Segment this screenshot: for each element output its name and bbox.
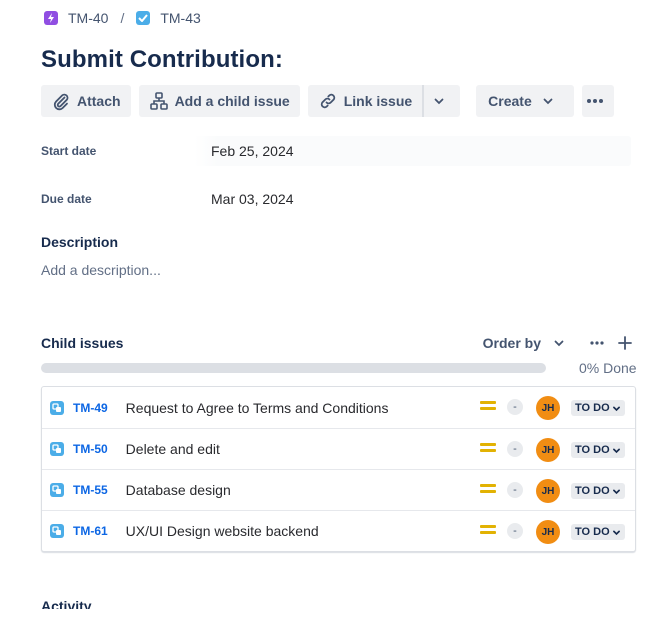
link-issue-dropdown-button[interactable] [422, 85, 461, 117]
estimate-badge: - [507, 482, 523, 498]
status-label: TO DO [575, 402, 610, 414]
child-issue-key[interactable]: TM-50 [73, 442, 108, 456]
issue-title[interactable]: Submit Contribution: [41, 46, 283, 74]
link-issue-button[interactable]: Link issue [307, 85, 423, 117]
chevron-down-icon [612, 489, 620, 494]
status-label: TO DO [575, 485, 610, 497]
child-issues-header: Child issues Order by [41, 333, 635, 353]
attach-label: Attach [77, 93, 121, 109]
order-by-label: Order by [482, 335, 541, 351]
attach-button[interactable]: Attach [41, 85, 131, 117]
assignee-avatar[interactable]: JH [536, 520, 560, 544]
child-issue-key[interactable]: TM-55 [73, 483, 108, 497]
assignee-avatar[interactable]: JH [536, 438, 560, 462]
chevron-down-icon [612, 406, 620, 411]
order-by-button[interactable]: Order by [483, 335, 565, 351]
chevron-down-icon [612, 448, 620, 453]
assignee-avatar[interactable]: JH [536, 479, 560, 503]
status-dropdown[interactable]: TO DO [571, 400, 625, 416]
priority-medium-icon [480, 525, 496, 537]
priority-medium-icon [480, 443, 496, 455]
status-dropdown[interactable]: TO DO [571, 442, 625, 458]
priority-medium-icon [480, 401, 496, 413]
priority-medium-icon [480, 484, 496, 496]
lightning-epic-icon [44, 11, 58, 25]
subtask-icon [50, 400, 64, 415]
plus-icon [618, 336, 632, 350]
child-issue-key[interactable]: TM-61 [73, 524, 108, 538]
child-issues-list: TM-49 Request to Agree to Terms and Cond… [41, 386, 636, 552]
description-editor[interactable]: Add a description... [41, 262, 161, 278]
link-icon [320, 93, 335, 109]
breadcrumb: TM-40 / TM-43 [44, 10, 201, 26]
due-date-value[interactable]: Mar 03, 2024 [211, 183, 294, 215]
child-issue-row[interactable]: TM-50 Delete and edit - JH TO DO [42, 428, 635, 469]
checkbox-task-icon [136, 11, 151, 25]
status-label: TO DO [575, 526, 610, 538]
breadcrumb-parent-link[interactable]: TM-40 [68, 10, 108, 26]
status-dropdown[interactable]: TO DO [571, 524, 625, 540]
estimate-badge: - [507, 399, 523, 415]
chevron-down-icon [434, 98, 444, 105]
breadcrumb-current-link[interactable]: TM-43 [160, 10, 200, 26]
subtask-icon [50, 442, 64, 456]
estimate-badge: - [507, 441, 523, 457]
create-button[interactable]: Create [476, 85, 574, 117]
estimate-badge: - [507, 523, 523, 539]
breadcrumb-separator: / [120, 10, 125, 26]
assignee-avatar[interactable]: JH [536, 396, 560, 420]
status-dropdown[interactable]: TO DO [571, 483, 625, 499]
due-date-field[interactable]: Due date Mar 03, 2024 [41, 184, 631, 214]
chevron-down-icon [554, 340, 564, 347]
child-issue-key[interactable]: TM-49 [73, 401, 108, 415]
start-date-field[interactable]: Start date Feb 25, 2024 [41, 136, 631, 166]
subtask-icon [50, 483, 64, 497]
child-issue-row[interactable]: TM-49 Request to Agree to Terms and Cond… [42, 387, 635, 428]
progress-done-text: 0% Done [579, 360, 637, 376]
subtask-icon [50, 524, 64, 538]
child-issues-more-button[interactable] [587, 333, 607, 353]
more-horizontal-icon [590, 341, 604, 345]
description-heading: Description [41, 234, 119, 250]
chevron-down-icon [612, 530, 620, 535]
child-issue-row[interactable]: TM-61 UX/UI Design website backend - JH … [42, 510, 635, 551]
add-child-issue-button[interactable]: Add a child issue [138, 85, 300, 117]
more-horizontal-icon [586, 99, 603, 103]
activity-heading: Activity [41, 598, 92, 609]
add-child-issue-plus-button[interactable] [615, 333, 635, 353]
due-date-label: Due date [41, 192, 92, 206]
create-label: Create [488, 93, 532, 109]
child-issue-row[interactable]: TM-55 Database design - JH TO DO [42, 469, 635, 510]
more-actions-button[interactable] [581, 85, 614, 117]
status-label: TO DO [575, 444, 610, 456]
hierarchy-icon [149, 92, 168, 110]
issue-toolbar: Attach Add a child issue Link issue Crea… [41, 85, 622, 117]
start-date-value[interactable]: Feb 25, 2024 [211, 135, 294, 167]
start-date-label: Start date [41, 144, 97, 158]
add-child-label: Add a child issue [174, 93, 290, 109]
link-issue-label: Link issue [343, 93, 413, 109]
paperclip-icon [53, 93, 69, 111]
child-issues-heading: Child issues [41, 335, 124, 351]
chevron-down-icon [543, 98, 553, 105]
child-issues-progress-bar [41, 363, 546, 373]
